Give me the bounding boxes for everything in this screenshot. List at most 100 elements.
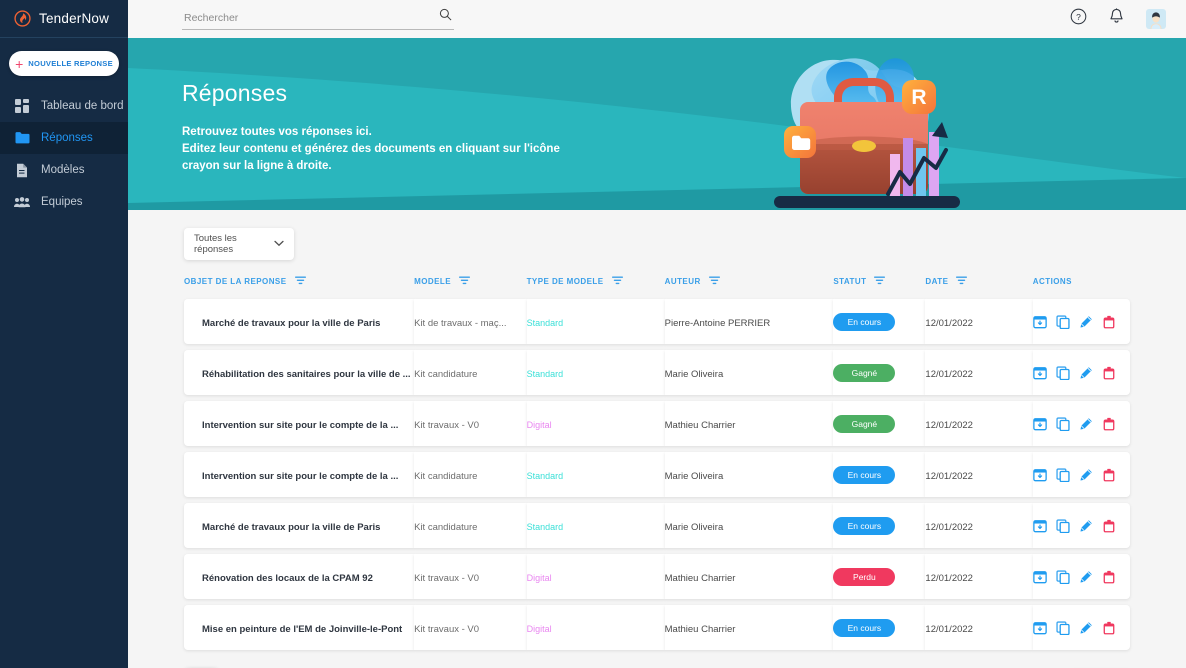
- table-row[interactable]: Intervention sur site pour le compte de …: [184, 452, 1130, 497]
- copy-icon[interactable]: [1056, 416, 1070, 431]
- filter-icon-type[interactable]: [611, 276, 623, 287]
- cell-date: 12/01/2022: [925, 572, 973, 584]
- table-row[interactable]: Marché de travaux pour la ville de Paris…: [184, 503, 1130, 548]
- copy-icon[interactable]: [1056, 314, 1070, 329]
- sidebar-item-equipes[interactable]: Equipes: [0, 186, 128, 218]
- row-actions: [1033, 620, 1130, 635]
- chevron-down-icon: [274, 239, 284, 250]
- trash-delete-icon[interactable]: [1102, 366, 1116, 380]
- copy-icon[interactable]: [1056, 620, 1070, 635]
- table-row[interactable]: Intervention sur site pour le compte de …: [184, 401, 1130, 446]
- column-header-auteur: AUTEUR: [665, 276, 834, 293]
- sidebar-item-label: Tableau de bord: [41, 100, 124, 112]
- archive-download-icon[interactable]: [1033, 570, 1047, 584]
- search-icon[interactable]: [439, 8, 452, 26]
- responses-filter-select[interactable]: Toutes les réponses: [184, 228, 294, 260]
- search-input[interactable]: [182, 11, 422, 26]
- trash-delete-icon[interactable]: [1102, 519, 1116, 533]
- row-actions: [1033, 518, 1130, 533]
- sidebar-item-label: Equipes: [41, 196, 83, 208]
- row-actions: [1033, 416, 1130, 431]
- archive-download-icon[interactable]: [1033, 417, 1047, 431]
- filter-icon-modele[interactable]: [459, 276, 471, 287]
- copy-icon[interactable]: [1056, 467, 1070, 482]
- column-header-type: TYPE DE MODELE: [527, 276, 665, 293]
- search-box[interactable]: [182, 8, 454, 30]
- pencil-edit-icon[interactable]: [1079, 621, 1093, 635]
- app-root: TenderNow + NOUVELLE REPONSE Tableau de …: [0, 0, 1186, 668]
- new-response-button[interactable]: + NOUVELLE REPONSE: [9, 51, 119, 76]
- cell-date: 12/01/2022: [925, 521, 973, 533]
- topbar-actions: ?: [1070, 8, 1166, 30]
- archive-download-icon[interactable]: [1033, 315, 1047, 329]
- trash-delete-icon[interactable]: [1102, 468, 1116, 482]
- pencil-edit-icon[interactable]: [1079, 468, 1093, 482]
- cell-objet: Réhabilitation des sanitaires pour la vi…: [202, 368, 411, 380]
- cell-date: 12/01/2022: [925, 368, 973, 380]
- cell-objet: Intervention sur site pour le compte de …: [202, 419, 399, 431]
- trash-delete-icon[interactable]: [1102, 417, 1116, 431]
- cell-type: Standard: [526, 470, 564, 481]
- cell-modele: Kit travaux - V0: [414, 572, 480, 584]
- pencil-edit-icon[interactable]: [1079, 315, 1093, 329]
- pencil-edit-icon[interactable]: [1079, 570, 1093, 584]
- trash-delete-icon[interactable]: [1102, 621, 1116, 635]
- table-row[interactable]: Réhabilitation des sanitaires pour la vi…: [184, 350, 1130, 395]
- sidebar-item-label: Modèles: [41, 164, 85, 176]
- cell-auteur: Mathieu Charrier: [664, 623, 736, 635]
- dashboard-icon: [14, 98, 30, 114]
- copy-icon[interactable]: [1056, 518, 1070, 533]
- cell-modele: Kit candidature: [414, 368, 478, 380]
- cell-objet: Marché de travaux pour la ville de Paris: [202, 317, 381, 329]
- table-body: Marché de travaux pour la ville de Paris…: [184, 299, 1130, 650]
- sidebar-item-reponses[interactable]: Réponses: [0, 122, 128, 154]
- column-header-statut: STATUT: [833, 276, 925, 293]
- cell-objet: Marché de travaux pour la ville de Paris: [202, 521, 381, 533]
- pencil-edit-icon[interactable]: [1079, 366, 1093, 380]
- trash-delete-icon[interactable]: [1102, 570, 1116, 584]
- table-row[interactable]: Marché de travaux pour la ville de Paris…: [184, 299, 1130, 344]
- cell-type: Digital: [526, 572, 552, 583]
- trash-delete-icon[interactable]: [1102, 315, 1116, 329]
- filter-icon-auteur[interactable]: [708, 276, 720, 287]
- archive-download-icon[interactable]: [1033, 468, 1047, 482]
- cell-date: 12/01/2022: [925, 419, 973, 431]
- sidebar-item-modeles[interactable]: Modèles: [0, 154, 128, 186]
- pencil-edit-icon[interactable]: [1079, 519, 1093, 533]
- status-badge: Gagné: [833, 364, 896, 382]
- filter-icon-objet[interactable]: [294, 276, 306, 287]
- column-label: STATUT: [833, 277, 867, 286]
- cell-type: Standard: [526, 368, 564, 379]
- archive-download-icon[interactable]: [1033, 621, 1047, 635]
- filter-icon-statut[interactable]: [874, 276, 886, 287]
- cell-objet: Mise en peinture de l'EM de Joinville-le…: [202, 623, 403, 635]
- archive-download-icon[interactable]: [1033, 366, 1047, 380]
- copy-icon[interactable]: [1056, 569, 1070, 584]
- cell-type: Digital: [526, 419, 552, 430]
- cell-type: Standard: [526, 521, 564, 532]
- content-area: Toutes les réponses OBJET DE LA REPONSE: [128, 228, 1186, 668]
- cell-date: 12/01/2022: [925, 623, 973, 635]
- archive-download-icon[interactable]: [1033, 519, 1047, 533]
- status-badge: En cours: [833, 517, 896, 535]
- sidebar-item-tableau-de-bord[interactable]: Tableau de bord: [0, 90, 128, 122]
- cell-modele: Kit travaux - V0: [414, 419, 480, 431]
- hero-line-3: crayon sur la ligne à droite.: [182, 160, 332, 172]
- filter-icon-date[interactable]: [956, 276, 968, 287]
- table-row[interactable]: Mise en peinture de l'EM de Joinville-le…: [184, 605, 1130, 650]
- flame-logo-icon: [14, 10, 31, 27]
- plus-icon: +: [15, 55, 24, 72]
- user-avatar[interactable]: [1146, 9, 1166, 29]
- cell-auteur: Marie Oliveira: [664, 368, 724, 380]
- row-actions: [1033, 314, 1130, 329]
- table-row[interactable]: Rénovation des locaux de la CPAM 92 Kit t…: [184, 554, 1130, 599]
- pencil-edit-icon[interactable]: [1079, 417, 1093, 431]
- bell-icon[interactable]: [1109, 8, 1124, 30]
- filter-select-value: Toutes les réponses: [194, 233, 237, 255]
- hero-text: Réponses Retrouvez toutes vos réponses i…: [182, 80, 560, 175]
- hero-banner: R Réponses Retrouvez toutes vos réponses…: [128, 38, 1186, 210]
- copy-icon[interactable]: [1056, 365, 1070, 380]
- briefcase-illustration: R: [756, 44, 976, 210]
- cell-objet: Intervention sur site pour le compte de …: [202, 470, 399, 482]
- help-circle-icon[interactable]: ?: [1070, 8, 1087, 30]
